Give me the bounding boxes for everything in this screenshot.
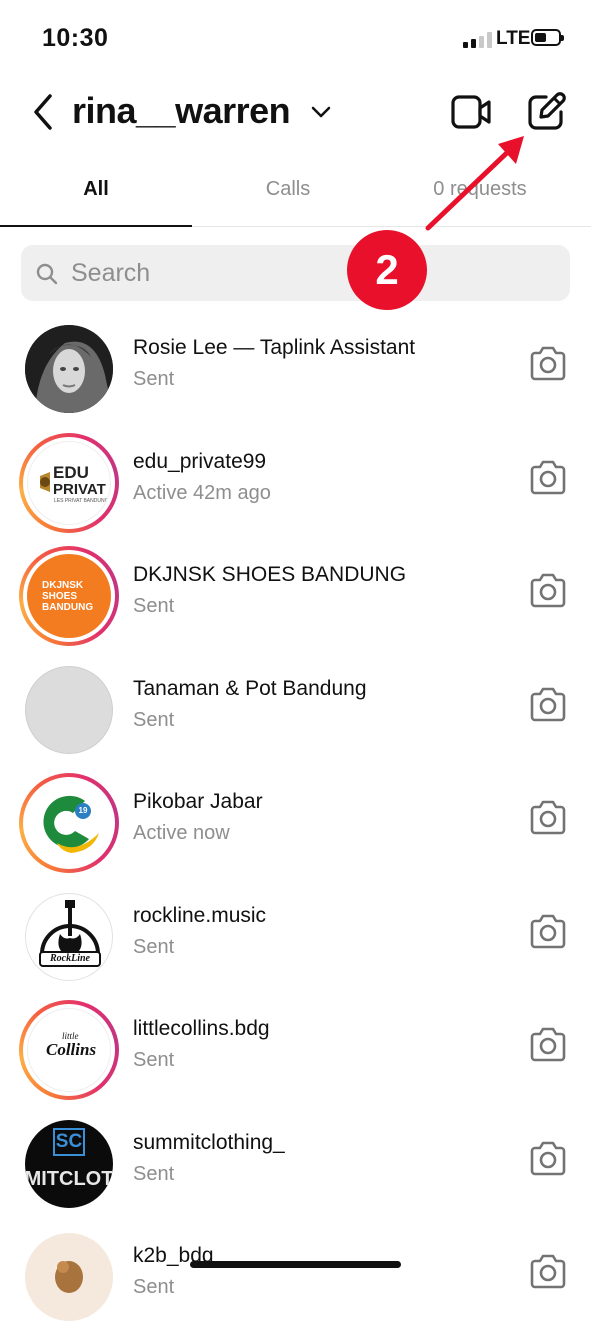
search-icon bbox=[36, 263, 58, 285]
home-indicator[interactable] bbox=[190, 1261, 401, 1268]
camera-icon[interactable] bbox=[528, 346, 568, 382]
conversation-name: Pikobar Jabar bbox=[133, 790, 263, 813]
avatar bbox=[25, 325, 113, 413]
conversation-status: Active now bbox=[133, 822, 230, 844]
camera-icon[interactable] bbox=[528, 687, 568, 723]
camera-icon[interactable] bbox=[528, 460, 568, 496]
avatar: little Collins bbox=[27, 1008, 111, 1092]
conversation-name: littlecollins.bdg bbox=[133, 1017, 270, 1040]
avatar: EDU PRIVAT LES PRIVAT BANDUNG bbox=[27, 440, 111, 525]
conversation-name: summitclothing_ bbox=[133, 1130, 285, 1154]
conversation-name: edu_private99 bbox=[133, 449, 267, 473]
active-tab-indicator bbox=[0, 225, 192, 227]
conversation-name: Tanaman & Pot Bandung bbox=[133, 676, 367, 700]
conversation-name: Rosie Lee — Taplink Assistant bbox=[133, 336, 416, 359]
conversation-row[interactable]: k2b_bdg Sent bbox=[0, 1214, 591, 1328]
avatar-label: LES PRIVAT BANDUNG bbox=[54, 497, 109, 504]
conversation-row[interactable]: little Collins littlecollins.bdg Sent bbox=[0, 987, 591, 1101]
conversation-row[interactable]: DKJNSK SHOES BANDUNG DKJNSK SHOES BANDUN… bbox=[0, 533, 591, 647]
search-bar[interactable] bbox=[21, 245, 570, 301]
conversation-status: Sent bbox=[133, 368, 175, 390]
avatar-label: DKJNSK bbox=[42, 580, 84, 591]
avatar: SC MITCLOT bbox=[25, 1119, 113, 1208]
conversation-row[interactable]: RockLine rockline.music Sent bbox=[0, 874, 591, 988]
camera-icon[interactable] bbox=[528, 1141, 568, 1177]
step-number-badge: 2 bbox=[347, 230, 427, 310]
conversation-status: Active 42m ago bbox=[133, 481, 271, 504]
conversation-status: Sent bbox=[133, 935, 175, 958]
camera-icon[interactable] bbox=[528, 800, 568, 836]
battery-icon bbox=[531, 29, 564, 46]
conversation-status: Sent bbox=[133, 708, 175, 731]
conversation-status: Sent bbox=[133, 595, 175, 617]
conversation-list: Rosie Lee — Taplink Assistant Sent EDU P… bbox=[0, 306, 591, 1328]
avatar: RockLine bbox=[25, 892, 113, 981]
avatar-label: 19 bbox=[78, 806, 88, 815]
camera-icon[interactable] bbox=[528, 1027, 568, 1063]
avatar bbox=[25, 665, 113, 754]
video-call-button[interactable] bbox=[449, 92, 493, 132]
network-type: LTE bbox=[496, 28, 531, 49]
avatar: 19 bbox=[27, 781, 111, 865]
status-bar: 10:30 LTE bbox=[0, 0, 591, 78]
account-switcher-chevron[interactable] bbox=[310, 102, 332, 122]
back-button[interactable] bbox=[28, 90, 64, 134]
avatar-label: RockLine bbox=[50, 952, 90, 964]
avatar bbox=[25, 1233, 113, 1321]
avatar-label: EDU bbox=[53, 462, 89, 482]
avatar-label: BANDUNG bbox=[42, 602, 94, 613]
search-input[interactable] bbox=[71, 245, 551, 301]
inbox-tabs: All Calls 0 requests bbox=[0, 160, 591, 227]
chevron-down-icon bbox=[311, 106, 331, 118]
conversation-row[interactable]: EDU PRIVAT LES PRIVAT BANDUNG edu_privat… bbox=[0, 420, 591, 534]
conversation-status: Sent bbox=[133, 1049, 175, 1071]
video-camera-icon bbox=[451, 95, 491, 129]
status-time: 10:30 bbox=[42, 24, 109, 52]
camera-icon[interactable] bbox=[528, 914, 568, 950]
conversation-row[interactable]: Tanaman & Pot Bandung Sent bbox=[0, 647, 591, 761]
conversation-status: Sent bbox=[133, 1162, 175, 1185]
tab-requests[interactable]: 0 requests bbox=[384, 160, 576, 226]
avatar-label: MITCLOT bbox=[25, 1167, 113, 1190]
compose-icon bbox=[528, 92, 566, 130]
signal-strength-icon bbox=[463, 32, 493, 48]
avatar-label: SC bbox=[55, 1130, 83, 1152]
conversation-row[interactable]: 19 Pikobar Jabar Active now bbox=[0, 760, 591, 874]
conversation-name: rockline.music bbox=[133, 903, 267, 927]
avatar-label: PRIVAT bbox=[53, 480, 106, 498]
conversation-name: DKJNSK SHOES BANDUNG bbox=[133, 563, 407, 586]
conversation-row[interactable]: SC MITCLOT summitclothing_ Sent bbox=[0, 1101, 591, 1215]
chevron-left-icon bbox=[34, 94, 52, 130]
tab-all[interactable]: All bbox=[0, 160, 192, 226]
avatar-label: SHOES bbox=[42, 591, 78, 602]
camera-icon[interactable] bbox=[528, 573, 568, 609]
avatar: DKJNSK SHOES BANDUNG bbox=[27, 554, 111, 638]
account-username[interactable]: rina__warren bbox=[72, 90, 291, 132]
conversation-row[interactable]: Rosie Lee — Taplink Assistant Sent bbox=[0, 306, 591, 420]
avatar-label: Collins bbox=[46, 1040, 97, 1059]
header: rina__warren bbox=[0, 78, 591, 148]
tab-calls[interactable]: Calls bbox=[192, 160, 384, 226]
conversation-status: Sent bbox=[133, 1276, 175, 1298]
new-message-button[interactable] bbox=[524, 90, 568, 134]
camera-icon[interactable] bbox=[528, 1254, 568, 1290]
